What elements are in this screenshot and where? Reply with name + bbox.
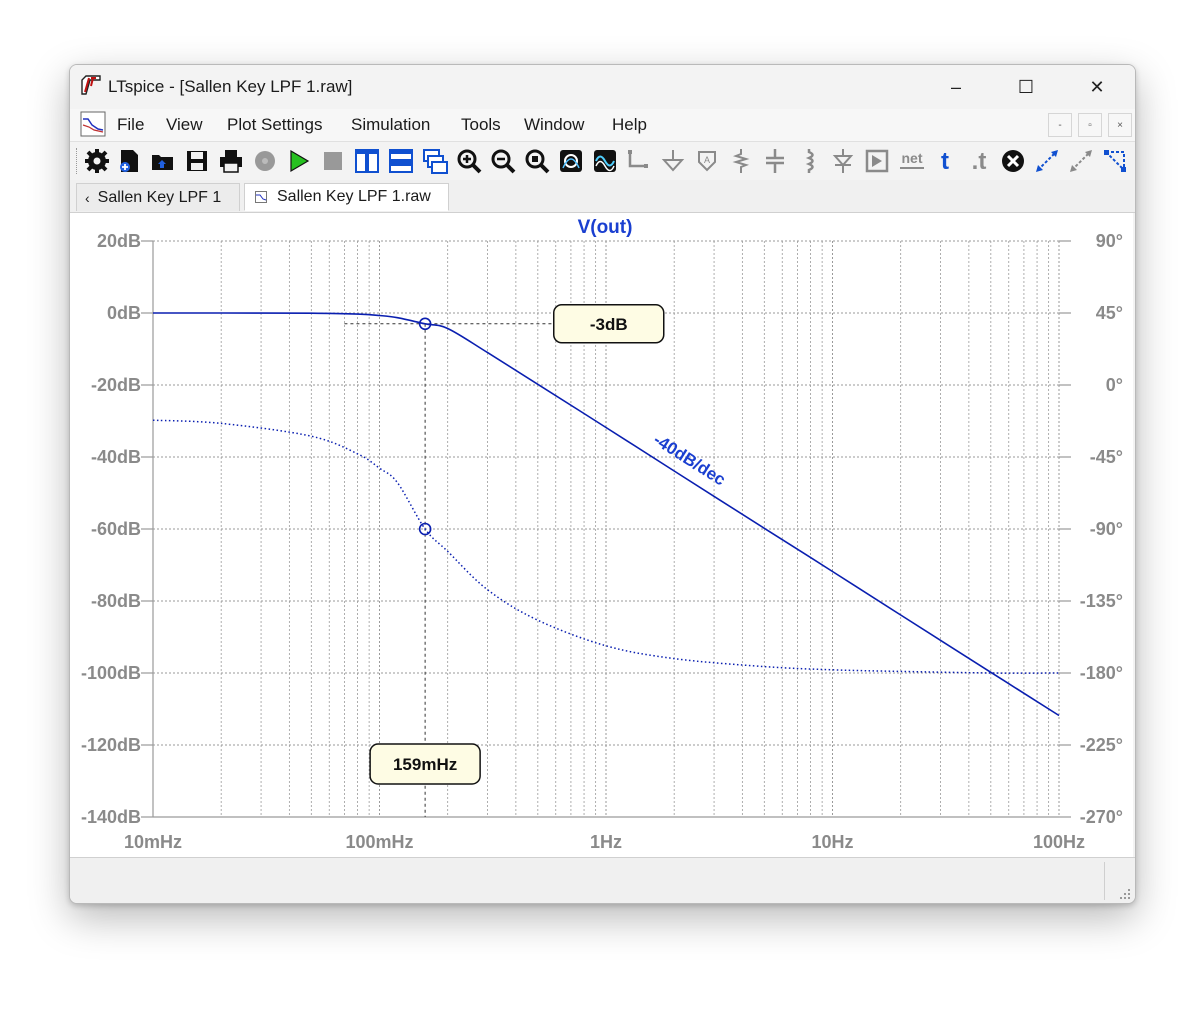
right-tick-label: -90° bbox=[1090, 519, 1123, 539]
status-separator bbox=[1104, 862, 1105, 900]
open-icon[interactable] bbox=[150, 148, 176, 174]
stop-icon[interactable] bbox=[320, 148, 346, 174]
minus-3db-callout[interactable]: -3dB bbox=[553, 304, 665, 344]
right-tick-label: -270° bbox=[1080, 807, 1123, 827]
save-icon[interactable] bbox=[184, 148, 210, 174]
menu-window[interactable]: Window bbox=[524, 115, 584, 135]
left-tick-label: -100dB bbox=[81, 663, 141, 683]
tile-vertical-icon[interactable] bbox=[354, 148, 380, 174]
gear-icon[interactable] bbox=[84, 148, 110, 174]
left-tick-label: 20dB bbox=[97, 231, 141, 251]
toolbar: A net t .t bbox=[70, 141, 1135, 181]
svg-text:A: A bbox=[704, 155, 710, 165]
maximize-icon: ☐ bbox=[1017, 76, 1035, 97]
right-tick-label: -45° bbox=[1090, 447, 1123, 467]
plot-pane[interactable]: 20dB 0dB -20dB -40dB -60dB -80dB -100dB -120dB -… bbox=[70, 213, 1133, 857]
mdi-minimize-button[interactable]: - bbox=[1048, 113, 1072, 137]
menu-help[interactable]: Help bbox=[612, 115, 647, 135]
waveform-icon[interactable] bbox=[592, 148, 618, 174]
component-icon[interactable] bbox=[864, 148, 890, 174]
zoom-out-icon[interactable] bbox=[490, 148, 516, 174]
waveform-file-icon bbox=[255, 191, 267, 203]
right-tick-label: -135° bbox=[1080, 591, 1123, 611]
print-icon[interactable] bbox=[218, 148, 244, 174]
menu-plot-settings[interactable]: Plot Settings bbox=[227, 115, 322, 135]
tab-label: Sallen Key LPF 1 bbox=[97, 188, 222, 206]
mdi-restore-button[interactable]: ▫ bbox=[1078, 113, 1102, 137]
menu-bar: File View Plot Settings Simulation Tools… bbox=[70, 109, 1135, 141]
minimize-button[interactable]: – bbox=[923, 65, 989, 109]
minus-3db-label: -3dB bbox=[590, 315, 628, 334]
close-button[interactable]: ✕ bbox=[1064, 65, 1130, 109]
right-tick-label: 45° bbox=[1096, 303, 1123, 323]
menu-tools[interactable]: Tools bbox=[461, 115, 501, 135]
left-tick-label: -40dB bbox=[91, 447, 141, 467]
svg-text:net: net bbox=[902, 150, 923, 166]
left-tick-label: -80dB bbox=[91, 591, 141, 611]
tab-schematic[interactable]: ‹ Sallen Key LPF 1 bbox=[76, 183, 240, 211]
text-icon[interactable]: t bbox=[932, 148, 958, 174]
x-tick-label: 1Hz bbox=[590, 832, 622, 852]
svg-text:t: t bbox=[941, 148, 949, 174]
ltspice-window: LTspice - [Sallen Key LPF 1.raw] – ☐ ✕ F… bbox=[69, 64, 1136, 904]
bode-plot[interactable]: 20dB 0dB -20dB -40dB -60dB -80dB -100dB -120dB -… bbox=[70, 213, 1133, 857]
document-tabs: ‹ Sallen Key LPF 1 Sallen Key LPF 1.raw bbox=[70, 180, 1135, 213]
zoom-in-icon[interactable] bbox=[456, 148, 482, 174]
right-tick-label: 90° bbox=[1096, 231, 1123, 251]
ltspice-logo-icon bbox=[81, 75, 101, 95]
minimize-icon: – bbox=[950, 76, 961, 97]
tab-label: Sallen Key LPF 1.raw bbox=[277, 188, 431, 205]
net-name-icon[interactable]: net bbox=[898, 148, 926, 174]
new-schematic-icon[interactable] bbox=[117, 148, 143, 174]
close-icon: ✕ bbox=[1089, 76, 1105, 97]
rotate-icon[interactable] bbox=[1102, 148, 1128, 174]
window-title: LTspice - [Sallen Key LPF 1.raw] bbox=[108, 77, 353, 96]
resistor-icon[interactable] bbox=[728, 148, 754, 174]
maximize-button[interactable]: ☐ bbox=[993, 65, 1059, 109]
delete-icon[interactable] bbox=[1000, 148, 1026, 174]
resize-grip-icon[interactable] bbox=[1119, 888, 1131, 900]
right-tick-label: -180° bbox=[1080, 663, 1123, 683]
x-tick-label: 100Hz bbox=[1033, 832, 1085, 852]
toolbar-grip[interactable] bbox=[76, 148, 80, 174]
zoom-fit-icon[interactable] bbox=[524, 148, 550, 174]
menu-view[interactable]: View bbox=[166, 115, 203, 135]
waveform-document-icon[interactable] bbox=[80, 111, 106, 137]
menu-file[interactable]: File bbox=[117, 115, 144, 135]
x-tick-label: 10Hz bbox=[811, 832, 853, 852]
capacitor-icon[interactable] bbox=[762, 148, 788, 174]
status-bar bbox=[70, 857, 1135, 903]
plot-title[interactable]: V(out) bbox=[578, 217, 633, 238]
left-tick-label: -60dB bbox=[91, 519, 141, 539]
cutoff-frequency-label: 159mHz bbox=[393, 755, 457, 774]
autorange-icon[interactable] bbox=[558, 148, 584, 174]
title-bar[interactable]: LTspice - [Sallen Key LPF 1.raw] – ☐ ✕ bbox=[70, 65, 1135, 109]
spice-directive-icon[interactable]: .t bbox=[966, 148, 992, 174]
ground-icon[interactable] bbox=[660, 148, 686, 174]
mdi-close-button[interactable]: × bbox=[1108, 113, 1132, 137]
schematic-icon: ‹ bbox=[85, 189, 90, 206]
left-tick-label: 0dB bbox=[107, 303, 141, 323]
left-tick-label: -140dB bbox=[81, 807, 141, 827]
right-tick-label: 0° bbox=[1106, 375, 1123, 395]
drag-icon[interactable] bbox=[1068, 148, 1094, 174]
cutoff-frequency-callout[interactable]: 159mHz bbox=[369, 743, 481, 785]
tab-waveform[interactable]: Sallen Key LPF 1.raw bbox=[244, 183, 449, 211]
tile-horizontal-icon[interactable] bbox=[388, 148, 414, 174]
left-tick-label: -20dB bbox=[91, 375, 141, 395]
cascade-icon[interactable] bbox=[422, 148, 448, 174]
move-icon[interactable] bbox=[1034, 148, 1060, 174]
x-tick-label: 10mHz bbox=[124, 832, 182, 852]
menu-simulation[interactable]: Simulation bbox=[351, 115, 430, 135]
wire-icon[interactable] bbox=[626, 148, 652, 174]
left-tick-label: -120dB bbox=[81, 735, 141, 755]
halt-gear-icon[interactable] bbox=[252, 148, 278, 174]
net-label-icon[interactable]: A bbox=[694, 148, 720, 174]
inductor-icon[interactable] bbox=[796, 148, 822, 174]
svg-text:.t: .t bbox=[972, 148, 987, 174]
x-tick-label: 100mHz bbox=[345, 832, 413, 852]
run-icon[interactable] bbox=[286, 148, 312, 174]
diode-icon[interactable] bbox=[830, 148, 856, 174]
right-tick-label: -225° bbox=[1080, 735, 1123, 755]
